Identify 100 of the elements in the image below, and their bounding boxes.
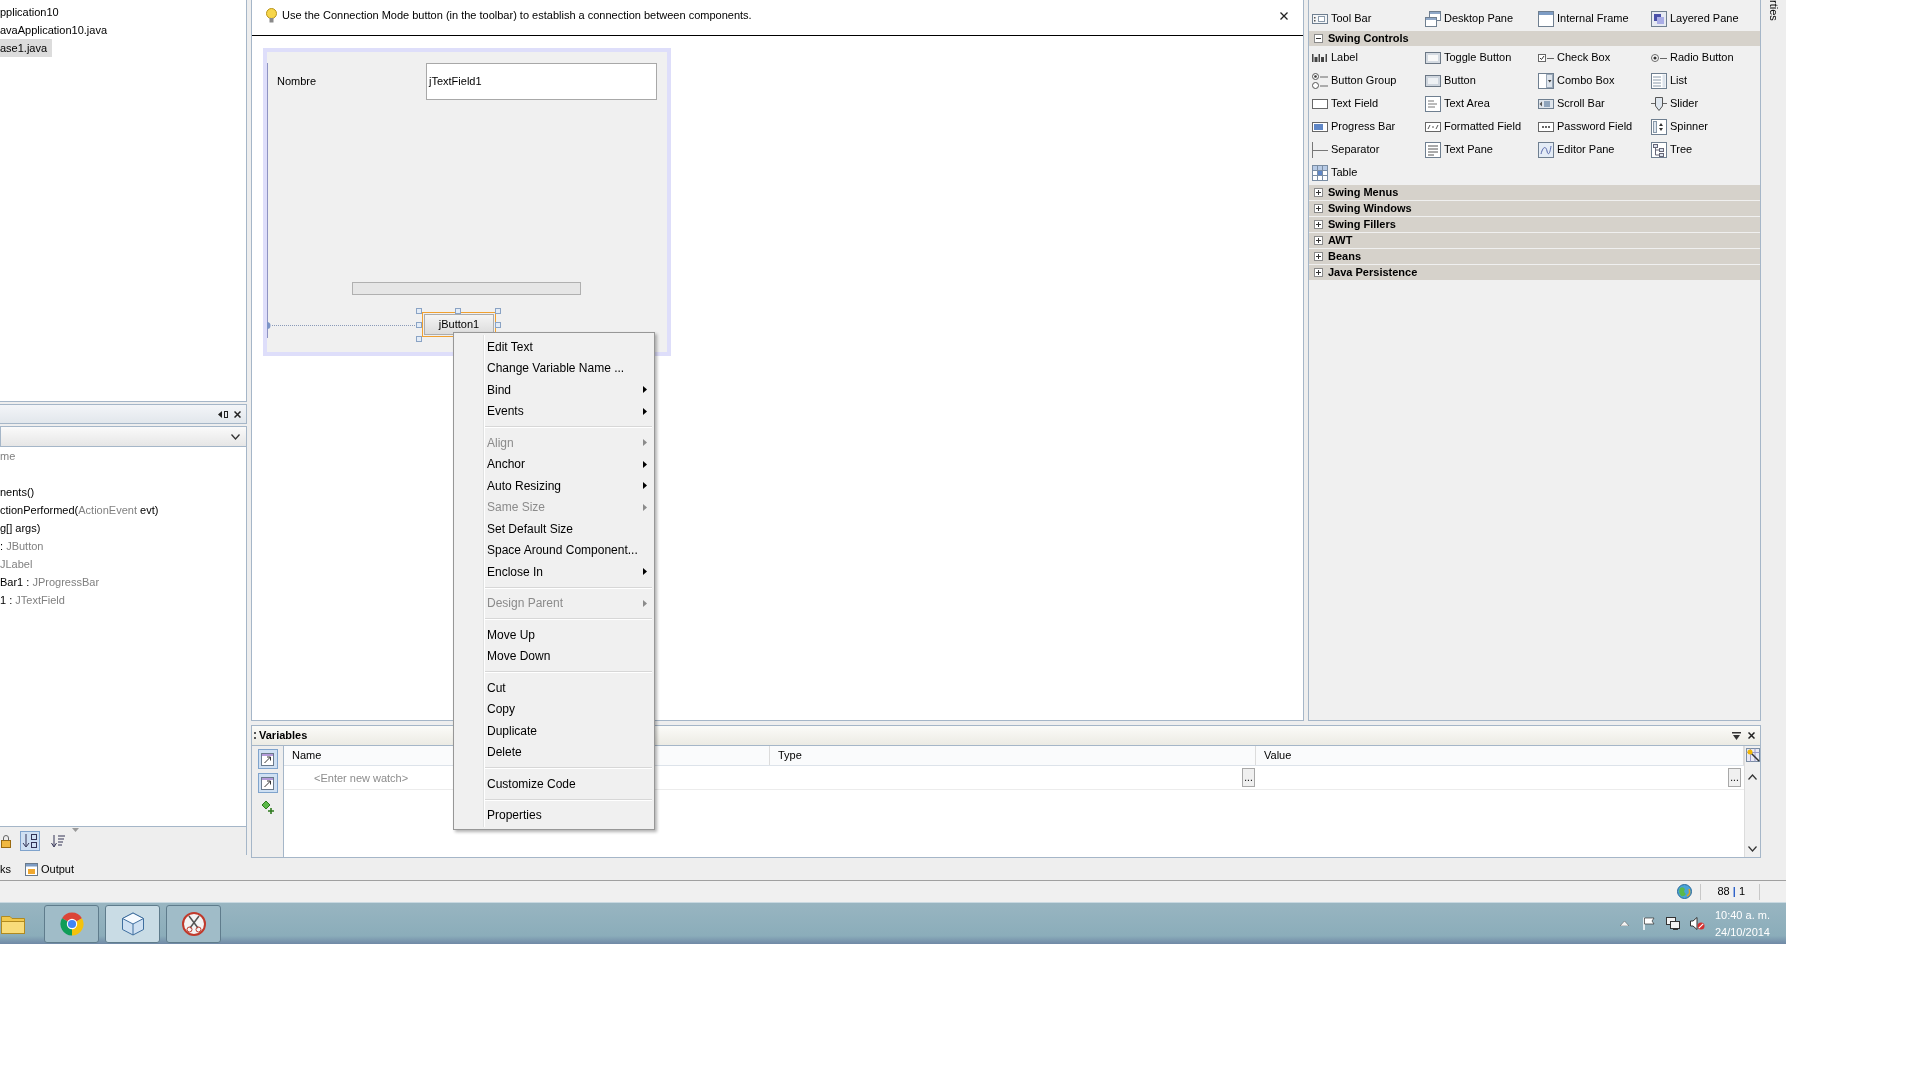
palette-item[interactable]: Combo Box: [1538, 69, 1615, 92]
minimize-icon[interactable]: [1732, 731, 1741, 740]
tab[interactable]: ks: [0, 860, 11, 878]
close-icon[interactable]: [1748, 732, 1755, 739]
category-header[interactable]: Java Persistence: [1309, 265, 1760, 280]
column-header[interactable]: Type: [770, 746, 1256, 765]
category-header[interactable]: Swing Windows: [1309, 201, 1760, 216]
ellipsis-button[interactable]: ...: [1728, 768, 1741, 787]
scroll-up-icon[interactable]: [1748, 774, 1757, 780]
navigator-item[interactable]: me: [0, 447, 19, 465]
menu-item[interactable]: Events: [456, 400, 652, 422]
menu-item[interactable]: Bind: [456, 379, 652, 401]
navigator-item[interactable]: JLabel: [0, 555, 36, 573]
palette-item[interactable]: Formatted Field: [1425, 115, 1522, 138]
tab[interactable]: Output: [25, 860, 75, 878]
project-node[interactable]: avaApplication10.java: [0, 21, 113, 39]
palette-item[interactable]: Password Field: [1538, 115, 1633, 138]
category-header[interactable]: Swing Menus: [1309, 185, 1760, 200]
menu-item[interactable]: Set Default Size: [456, 518, 652, 540]
close-icon[interactable]: [1280, 12, 1288, 20]
menu-item[interactable]: Anchor: [456, 453, 652, 475]
palette-item[interactable]: Editor Pane: [1538, 138, 1615, 161]
navigator-item[interactable]: 1 : JTextField: [0, 591, 68, 609]
expand-icon[interactable]: [1314, 188, 1323, 197]
menu-item[interactable]: Space Around Component...: [456, 539, 652, 561]
scroll-down-icon[interactable]: [1748, 846, 1757, 852]
resize-handle[interactable]: [416, 308, 422, 314]
navigator-item[interactable]: nents(): [0, 483, 38, 501]
menu-item[interactable]: Cut: [456, 677, 652, 699]
properties-tab[interactable]: rties: [1766, 0, 1781, 21]
menu-item[interactable]: Copy: [456, 698, 652, 720]
palette-item[interactable]: Table: [1312, 161, 1358, 184]
category-header[interactable]: Swing Fillers: [1309, 217, 1760, 232]
new-watch-field[interactable]: <Enter new watch>: [314, 768, 444, 787]
palette-item[interactable]: Separator: [1312, 138, 1380, 161]
toolbar-button[interactable]: [257, 773, 278, 793]
navigator-item[interactable]: ctionPerformed(ActionEvent evt): [0, 501, 162, 519]
column-settings-icon[interactable]: [1745, 748, 1760, 762]
navigator-item[interactable]: : JButton: [0, 537, 47, 555]
toolbar-button[interactable]: [257, 749, 278, 769]
flag-icon[interactable]: [1642, 917, 1655, 930]
palette-item[interactable]: Tree: [1651, 138, 1693, 161]
palette-item[interactable]: Radio Button: [1651, 46, 1734, 69]
palette-item[interactable]: Layered Pane: [1651, 7, 1739, 30]
resize-handle[interactable]: [416, 336, 422, 342]
dropdown-field[interactable]: [0, 426, 247, 447]
expand-icon[interactable]: [1314, 252, 1323, 261]
menu-item[interactable]: Auto Resizing: [456, 475, 652, 497]
resize-handle[interactable]: [495, 322, 501, 328]
speaker-muted-icon[interactable]: [1689, 917, 1705, 930]
network-icon[interactable]: [1665, 917, 1680, 930]
category-header[interactable]: AWT: [1309, 233, 1760, 248]
expand-icon[interactable]: [1314, 204, 1323, 213]
palette-item[interactable]: Button: [1425, 69, 1476, 92]
expand-icon[interactable]: [1314, 220, 1323, 229]
collapse-icon[interactable]: [1314, 34, 1323, 43]
palette-item[interactable]: Progress Bar: [1312, 115, 1396, 138]
menu-item[interactable]: Change Variable Name ...: [456, 357, 652, 379]
palette-item[interactable]: Spinner: [1651, 115, 1708, 138]
menu-item[interactable]: Move Up: [456, 624, 652, 646]
menu-item[interactable]: Enclose In: [456, 561, 652, 583]
taskbar-button[interactable]: [166, 904, 221, 943]
resize-handle[interactable]: [495, 308, 501, 314]
menu-item[interactable]: Duplicate: [456, 720, 652, 742]
navigator-item[interactable]: Bar1 : JProgressBar: [0, 573, 103, 591]
project-node[interactable]: pplication10: [0, 3, 64, 21]
palette-item[interactable]: Label: [1312, 46, 1358, 69]
palette-item[interactable]: Internal Frame: [1538, 7, 1629, 30]
text-field[interactable]: jTextField1: [426, 63, 657, 100]
form-label[interactable]: Nombre: [277, 74, 317, 88]
taskbar-button[interactable]: [44, 904, 99, 943]
expand-icon[interactable]: [1314, 236, 1323, 245]
resize-handle[interactable]: [455, 308, 461, 314]
navigator-item[interactable]: g[] args): [0, 519, 44, 537]
taskbar-button[interactable]: [105, 904, 160, 943]
category-header[interactable]: Beans: [1309, 249, 1760, 264]
palette-item[interactable]: Button Group: [1312, 69, 1397, 92]
palette-item[interactable]: Slider: [1651, 92, 1699, 115]
menu-item[interactable]: Customize Code: [456, 773, 652, 795]
palette-item[interactable]: Text Field: [1312, 92, 1379, 115]
palette-item[interactable]: Scroll Bar: [1538, 92, 1605, 115]
menu-item[interactable]: Properties: [456, 804, 652, 826]
palette-item[interactable]: List: [1651, 69, 1688, 92]
palette-item[interactable]: Desktop Pane: [1425, 7, 1514, 30]
resize-handle[interactable]: [416, 322, 422, 328]
ellipsis-button[interactable]: ...: [1242, 768, 1255, 787]
menu-item[interactable]: Delete: [456, 741, 652, 763]
palette-item[interactable]: Text Pane: [1425, 138, 1493, 161]
tray-up-icon[interactable]: [1619, 921, 1629, 926]
palette-item[interactable]: Toggle Button: [1425, 46, 1512, 69]
category-header[interactable]: Swing Controls: [1309, 31, 1760, 46]
menu-item[interactable]: Edit Text: [456, 336, 652, 358]
menu-item[interactable]: Move Down: [456, 645, 652, 667]
expand-icon[interactable]: [1314, 268, 1323, 277]
palette-item[interactable]: Text Area: [1425, 92, 1490, 115]
close-icon[interactable]: [234, 410, 241, 418]
toolbar-button[interactable]: [20, 831, 40, 851]
palette-item[interactable]: Check Box: [1538, 46, 1611, 69]
minimize-icon[interactable]: [218, 409, 228, 419]
palette-item[interactable]: Tool Bar: [1312, 7, 1372, 30]
